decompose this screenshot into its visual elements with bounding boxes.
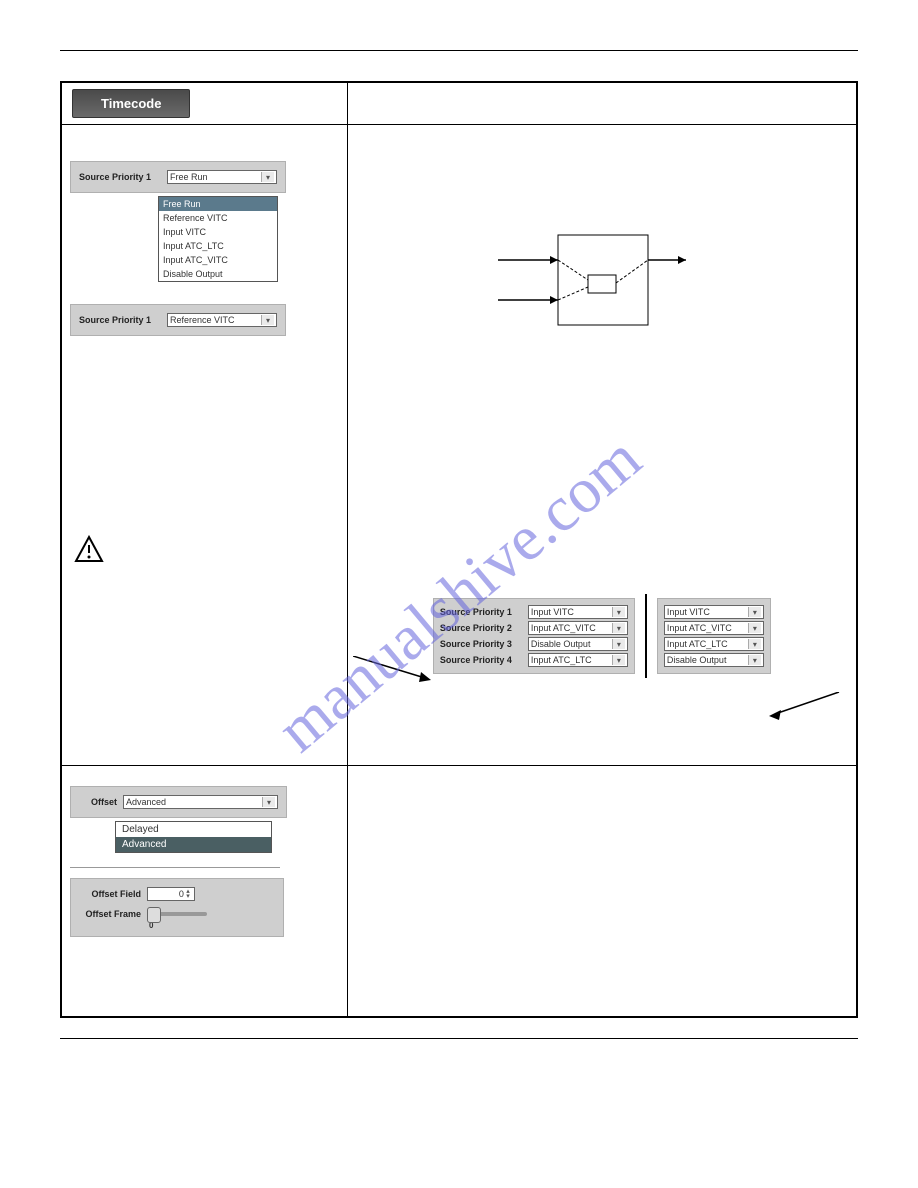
offset-options[interactable]: Delayed Advanced [115, 821, 272, 853]
ex-right-select-2[interactable]: Input ATC_VITC ▾ [664, 621, 764, 635]
ex-left-val-3: Disable Output [531, 639, 591, 649]
cell-source-priority-desc: Source Priority 1 Input VITC ▾ Source Pri… [348, 125, 856, 765]
ex-left-label-4: Source Priority 4 [440, 655, 522, 665]
ex-left-label-2: Source Priority 2 [440, 623, 522, 633]
ex-left-select-1[interactable]: Input VITC ▾ [528, 605, 628, 619]
option-delayed[interactable]: Delayed [116, 822, 271, 837]
chevron-down-icon: ▾ [748, 623, 761, 633]
ex-left-val-2: Input ATC_VITC [531, 623, 596, 633]
spinner-buttons-icon[interactable]: ▴▾ [184, 889, 192, 899]
chevron-down-icon: ▾ [748, 639, 761, 649]
chevron-down-icon: ▾ [748, 655, 761, 665]
option-advanced[interactable]: Advanced [116, 837, 271, 852]
ex-right-val-1: Input VITC [667, 607, 710, 617]
chevron-down-icon: ▾ [612, 623, 625, 633]
arrow-icon [353, 656, 433, 686]
source-priority-closed-value: Reference VITC [170, 315, 235, 325]
slider-thumb-icon[interactable] [147, 907, 161, 923]
offset-frame-tick: 0 [149, 921, 275, 930]
chevron-down-icon: ▾ [261, 172, 274, 182]
warning-icon [74, 535, 104, 565]
option-input-atc-vitc[interactable]: Input ATC_VITC [159, 253, 277, 267]
top-rule [60, 50, 858, 51]
option-disable-output[interactable]: Disable Output [159, 267, 277, 281]
ex-left-val-4: Input ATC_LTC [531, 655, 592, 665]
chevron-down-icon: ▾ [262, 797, 275, 807]
arrow-icon [769, 692, 841, 722]
source-priority-1-value: Free Run [170, 172, 208, 182]
ex-left-label-1: Source Priority 1 [440, 607, 522, 617]
option-input-vitc[interactable]: Input VITC [159, 225, 277, 239]
offset-select[interactable]: Advanced ▾ [123, 795, 278, 809]
chevron-down-icon: ▾ [612, 655, 625, 665]
ex-left-label-3: Source Priority 3 [440, 639, 522, 649]
ex-left-val-1: Input VITC [531, 607, 574, 617]
chevron-down-icon: ▾ [261, 315, 274, 325]
offset-value: Advanced [126, 797, 166, 807]
cell-source-priority: Source Priority 1 Free Run ▾ Free Run Re… [62, 125, 348, 765]
option-input-atc-ltc[interactable]: Input ATC_LTC [159, 239, 277, 253]
main-table: Timecode Source Priority 1 Free Run ▾ [60, 81, 858, 1018]
cell-offset: Offset Advanced ▾ Delayed Advanced Offse… [62, 766, 348, 1016]
timecode-tab[interactable]: Timecode [72, 89, 190, 118]
example-right: Input VITC ▾ Input ATC_VITC ▾ Input ATC_LT… [657, 598, 771, 674]
chevron-down-icon: ▾ [748, 607, 761, 617]
ex-left-select-4[interactable]: Input ATC_LTC ▾ [528, 653, 628, 667]
chevron-down-icon: ▾ [612, 607, 625, 617]
source-priority-1-options[interactable]: Free Run Reference VITC Input VITC Input… [158, 196, 278, 282]
mux-diagram-icon [488, 225, 688, 345]
offset-field-value: 0 [150, 889, 184, 899]
chevron-down-icon: ▾ [612, 639, 625, 649]
cell-tab: Timecode [62, 83, 348, 124]
offset-field-label: Offset Field [79, 889, 141, 899]
ex-left-select-2[interactable]: Input ATC_VITC ▾ [528, 621, 628, 635]
option-free-run[interactable]: Free Run [159, 197, 277, 211]
offset-field-input[interactable]: 0 ▴▾ [147, 887, 195, 901]
source-priority-1-select[interactable]: Free Run ▾ [167, 170, 277, 184]
ex-left-select-3[interactable]: Disable Output ▾ [528, 637, 628, 651]
ex-right-select-4[interactable]: Disable Output ▾ [664, 653, 764, 667]
cell-tab-desc [348, 83, 856, 124]
offset-frame-slider[interactable] [147, 912, 207, 916]
example-left: Source Priority 1 Input VITC ▾ Source Pri… [433, 598, 635, 674]
bottom-rule [60, 1038, 858, 1039]
offset-label: Offset [79, 797, 117, 807]
source-priority-1-label: Source Priority 1 [79, 172, 161, 182]
source-priority-closed-select[interactable]: Reference VITC ▾ [167, 313, 277, 327]
offset-frame-label: Offset Frame [79, 909, 141, 919]
ex-right-val-4: Disable Output [667, 655, 727, 665]
source-priority-closed-label: Source Priority 1 [79, 315, 161, 325]
cell-offset-desc [348, 766, 856, 1016]
ex-right-select-1[interactable]: Input VITC ▾ [664, 605, 764, 619]
ex-right-val-2: Input ATC_VITC [667, 623, 732, 633]
ex-right-select-3[interactable]: Input ATC_LTC ▾ [664, 637, 764, 651]
ex-right-val-3: Input ATC_LTC [667, 639, 728, 649]
divider [645, 594, 647, 678]
option-reference-vitc[interactable]: Reference VITC [159, 211, 277, 225]
